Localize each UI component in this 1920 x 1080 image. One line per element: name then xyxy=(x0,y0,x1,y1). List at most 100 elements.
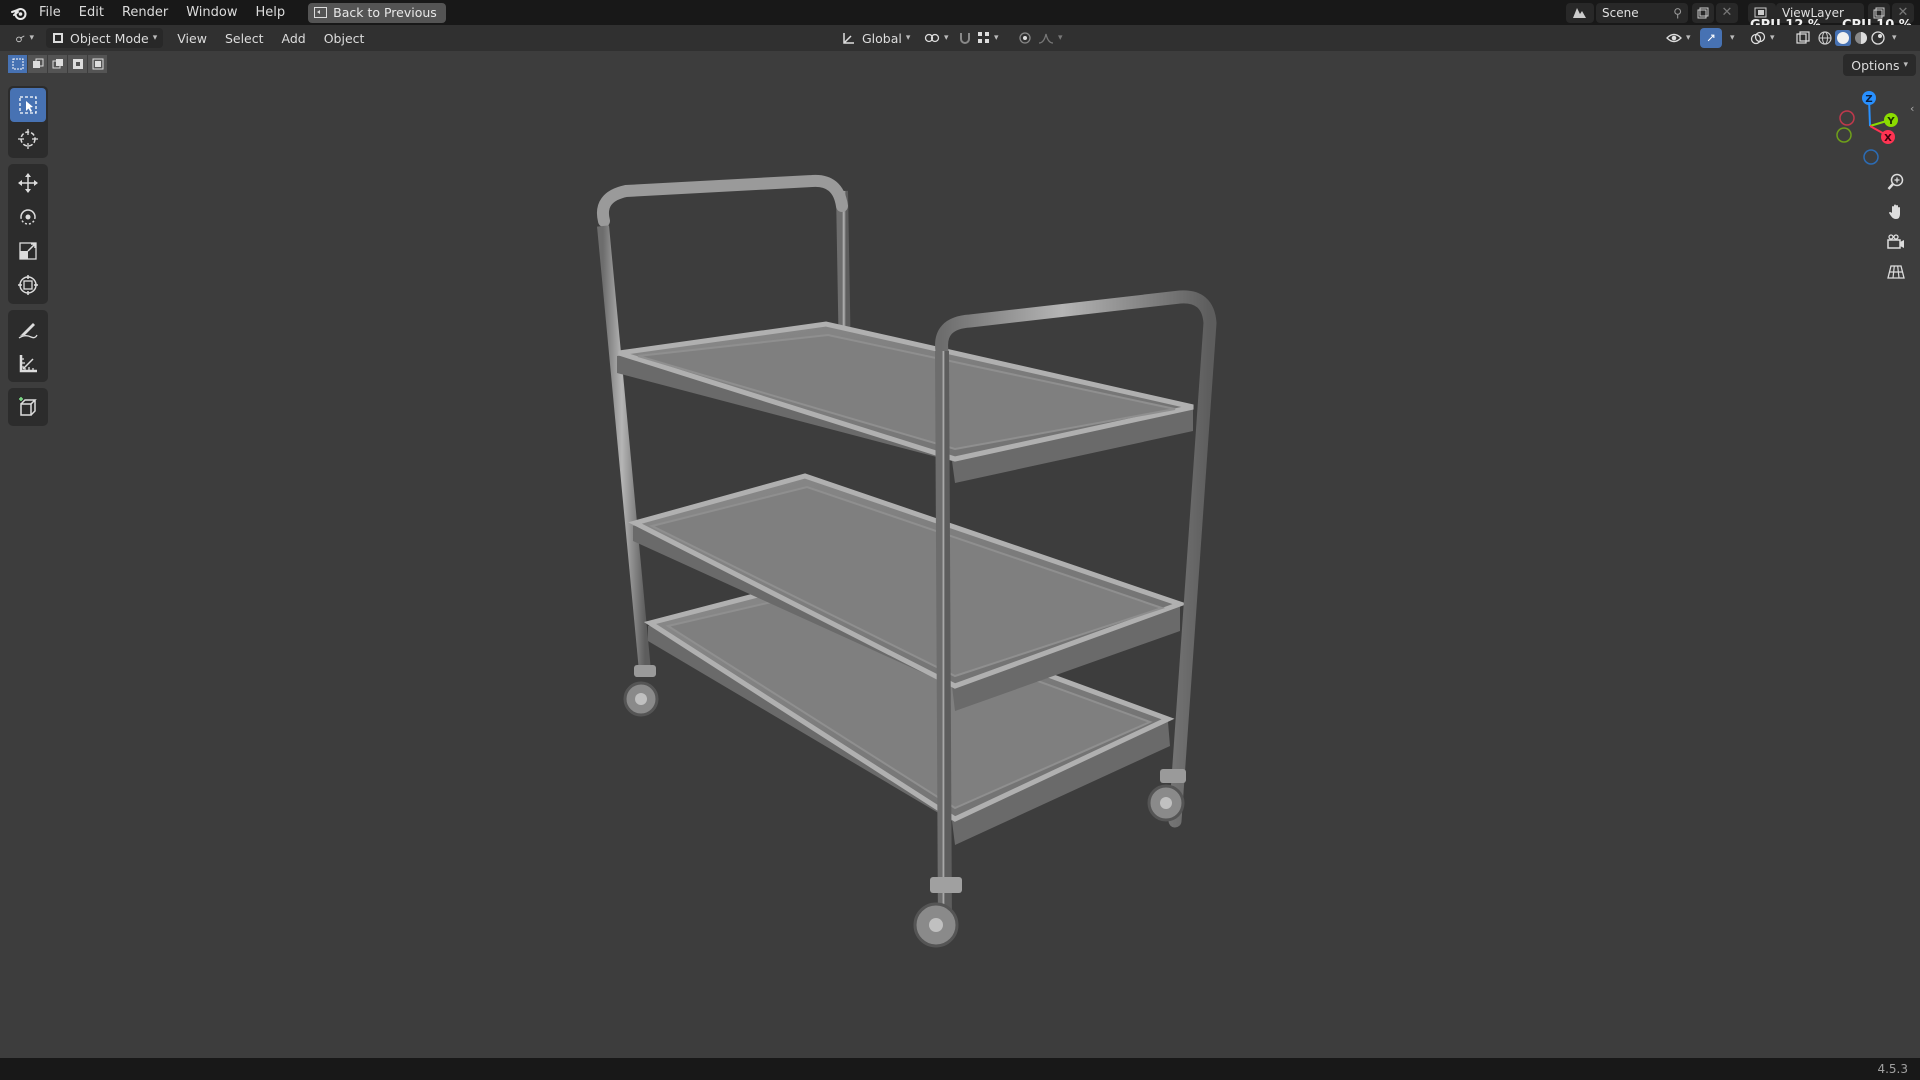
chevron-down-icon: ▾ xyxy=(152,33,158,43)
proportional-editing-icon xyxy=(1019,32,1031,44)
menu-render[interactable]: Render xyxy=(113,0,177,25)
serving-cart-model[interactable] xyxy=(597,174,1217,948)
overlays-toggle[interactable]: ▾ xyxy=(1744,28,1781,48)
scale-icon xyxy=(19,242,37,260)
select-invert-icon[interactable] xyxy=(68,55,87,73)
cart-back-left-pole xyxy=(597,225,651,672)
status-bar: 4.5.3 xyxy=(0,1058,1920,1080)
pan-button[interactable] xyxy=(1882,198,1910,226)
menu-help[interactable]: Help xyxy=(247,0,295,25)
screen-icon xyxy=(314,7,328,18)
magnet-icon xyxy=(960,33,970,44)
snap-grid-icon xyxy=(978,32,989,43)
rendered-shading-icon[interactable] xyxy=(1871,31,1885,45)
camera-view-button[interactable] xyxy=(1882,228,1910,256)
annotate-pencil-icon xyxy=(18,323,38,339)
z-axis-label: Z xyxy=(1865,94,1872,105)
annotate-tool[interactable] xyxy=(10,312,46,346)
options-dropdown[interactable]: Options ▾ xyxy=(1843,54,1916,76)
negative-x-handle[interactable] xyxy=(1839,110,1855,126)
header-menu-view[interactable]: View xyxy=(171,28,213,48)
pivot-icon xyxy=(924,33,940,43)
select-new-icon[interactable] xyxy=(8,55,27,73)
blender-logo-icon[interactable] xyxy=(8,2,30,24)
proportional-falloff-dropdown[interactable]: ▾ xyxy=(1032,28,1069,48)
falloff-curve-icon xyxy=(1038,33,1054,44)
xray-icon xyxy=(1796,31,1810,44)
new-scene-icon[interactable] xyxy=(1692,2,1714,23)
y-axis-label: Y xyxy=(1886,116,1895,127)
select-subtract-icon[interactable] xyxy=(48,55,67,73)
header-menu-add[interactable]: Add xyxy=(276,28,312,48)
transform-tool[interactable] xyxy=(10,268,46,302)
viewport-header: ▾ Object Mode ▾ View Select Add Object G… xyxy=(0,25,1920,51)
options-label: Options xyxy=(1851,57,1900,73)
rotate-icon xyxy=(20,209,36,225)
top-menu-bar: File Edit Render Window Help Back to Pre… xyxy=(0,0,1920,33)
pivot-point-dropdown[interactable]: ▾ xyxy=(918,28,955,48)
chevron-down-icon: ▾ xyxy=(1903,60,1908,70)
overlays-icon xyxy=(1750,31,1766,45)
select-extend-icon[interactable] xyxy=(28,55,47,73)
cart-wheel-front xyxy=(913,877,962,948)
version-label: 4.5.3 xyxy=(1877,1062,1908,1076)
select-intersect-icon[interactable] xyxy=(88,55,107,73)
object-mode-dropdown[interactable]: Object Mode ▾ xyxy=(46,28,164,48)
back-to-previous-label: Back to Previous xyxy=(333,5,437,20)
cart-top-shelf xyxy=(617,321,1194,483)
pin-icon[interactable]: ⚲ xyxy=(1673,6,1682,20)
object-mode-label: Object Mode xyxy=(70,30,149,46)
cursor-icon xyxy=(18,129,38,149)
header-menu-object[interactable]: Object xyxy=(318,28,371,48)
select-box-icon xyxy=(19,96,37,114)
orientation-icon xyxy=(843,33,854,44)
editor-type-button[interactable]: ▾ xyxy=(10,28,40,48)
cart-wheel-back-right xyxy=(1147,769,1186,822)
perspective-toggle-button[interactable] xyxy=(1882,258,1910,286)
cart-wheel-back-left xyxy=(623,665,659,717)
negative-y-handle[interactable] xyxy=(1836,127,1852,143)
gizmo-toggle[interactable] xyxy=(1700,28,1722,48)
xray-toggle[interactable] xyxy=(1790,28,1816,48)
add-cube-tool[interactable] xyxy=(10,390,46,424)
add-cube-icon xyxy=(19,397,37,416)
scale-tool[interactable] xyxy=(10,234,46,268)
navigation-gizmo[interactable]: Z Y X xyxy=(1826,84,1906,170)
transform-icon xyxy=(18,275,38,295)
back-to-previous-button[interactable]: Back to Previous xyxy=(308,2,446,23)
negative-z-handle[interactable] xyxy=(1863,149,1879,165)
scene-field[interactable]: Scene ⚲ xyxy=(1596,2,1688,23)
cart-front-left-pole xyxy=(935,350,952,932)
hand-icon xyxy=(1889,204,1900,219)
selection-mode-group xyxy=(8,55,107,73)
camera-icon xyxy=(1887,234,1904,249)
wireframe-shading-icon[interactable] xyxy=(1818,31,1832,45)
sidebar-toggle-icon[interactable]: ‹ xyxy=(1910,102,1914,115)
measure-ruler-icon xyxy=(19,355,37,373)
menu-window[interactable]: Window xyxy=(177,0,246,25)
zoom-button[interactable] xyxy=(1882,168,1910,196)
grid-perspective-icon xyxy=(1887,265,1905,279)
eye-icon xyxy=(1666,33,1682,43)
header-menu-select[interactable]: Select xyxy=(219,28,270,48)
3d-viewport[interactable] xyxy=(0,51,1920,1058)
measure-tool[interactable] xyxy=(10,346,46,380)
zoom-magnifier-icon xyxy=(1887,173,1904,190)
material-shading-icon[interactable] xyxy=(1854,31,1868,45)
transform-orientation-dropdown[interactable]: Global ▾ xyxy=(836,28,916,48)
rotate-tool[interactable] xyxy=(10,200,46,234)
snap-target-dropdown[interactable]: ▾ xyxy=(972,28,1005,48)
object-mode-icon xyxy=(53,33,63,43)
solid-shading-icon[interactable] xyxy=(1835,30,1851,46)
delete-scene-icon[interactable]: ✕ xyxy=(1716,2,1738,23)
cursor-tool[interactable] xyxy=(10,122,46,156)
scene-selector-icon[interactable] xyxy=(1566,2,1594,23)
move-tool[interactable] xyxy=(10,166,46,200)
gizmo-dropdown[interactable]: ▾ xyxy=(1720,28,1741,48)
select-box-tool[interactable] xyxy=(10,88,46,122)
x-axis-label: X xyxy=(1884,133,1892,144)
viewport-editor-icon xyxy=(16,34,25,42)
visibility-dropdown[interactable]: ▾ xyxy=(1660,28,1697,48)
menu-file[interactable]: File xyxy=(30,0,70,25)
menu-edit[interactable]: Edit xyxy=(70,0,113,25)
